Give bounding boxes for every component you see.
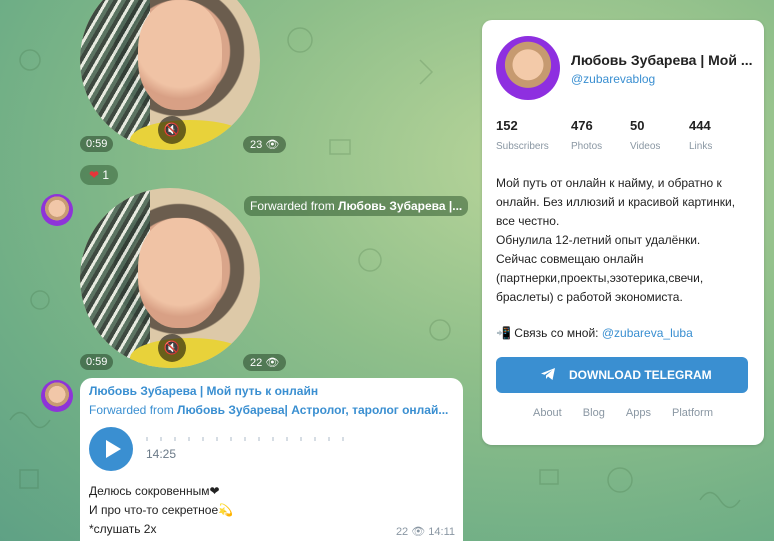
contact-line: 📲 Связь со мной: @zubareva_luba xyxy=(496,326,693,340)
footer-links: About Blog Apps Platform xyxy=(482,407,764,419)
stat-links[interactable]: 444 Links xyxy=(689,118,712,152)
audio-message: Любовь Зубарева | Мой путь к онлайн Forw… xyxy=(80,378,463,541)
reaction-count: 1 xyxy=(102,168,110,182)
contact-link[interactable]: @zubareva_luba xyxy=(602,326,693,340)
avatar[interactable] xyxy=(41,194,73,226)
forwarded-from[interactable]: Forwarded from Любовь Зубарева| Астролог… xyxy=(89,403,448,417)
video-frame xyxy=(130,338,250,368)
mute-icon[interactable]: 🔇 xyxy=(158,116,186,144)
forwarded-prefix: Forwarded from xyxy=(250,199,339,213)
heart-icon: ❤ xyxy=(89,168,100,182)
audio-waveform[interactable] xyxy=(146,437,356,441)
stat-label: Links xyxy=(689,141,713,152)
stat-value: 476 xyxy=(571,118,593,133)
message-line: *слушать 2х xyxy=(89,522,157,536)
stat-value: 50 xyxy=(630,118,645,133)
contact-label: 📲 Связь со мной: xyxy=(496,326,602,340)
eye-icon: 👁 xyxy=(265,357,280,369)
message-author[interactable]: Любовь Зубарева | Мой путь к онлайн xyxy=(89,384,318,398)
forwarded-from-tag[interactable]: Forwarded from Любовь Зубарева |... xyxy=(244,196,469,216)
views-count: 23 xyxy=(250,139,263,151)
message-time: 14:11 xyxy=(428,526,455,538)
message-line: Делюсь сокровенным❤ xyxy=(89,484,220,498)
forwarded-name: Любовь Зубарева |... xyxy=(338,199,463,213)
message-line: И про что-то секретное💫 xyxy=(89,503,234,517)
stat-value: 444 xyxy=(689,118,711,133)
channel-description: Мой путь от онлайн к найму, и обратно к … xyxy=(496,176,736,304)
eye-icon: 👁 xyxy=(265,139,280,151)
stat-value: 152 xyxy=(496,118,518,133)
video-duration: 0:59 xyxy=(80,136,114,152)
audio-duration: 14:25 xyxy=(146,447,177,461)
video-duration: 0:59 xyxy=(80,354,114,370)
telegram-icon xyxy=(541,368,555,380)
forwarded-prefix: Forwarded from xyxy=(89,403,178,417)
mute-icon[interactable]: 🔇 xyxy=(158,334,186,362)
channel-handle[interactable]: @zubarevablog xyxy=(571,72,655,86)
eye-icon: 👁 xyxy=(411,526,429,538)
video-frame xyxy=(138,218,222,328)
message-meta: 22 👁 14:11 xyxy=(396,525,455,538)
forwarded-name: Любовь Зубарева| Астролог, таролог онлай… xyxy=(177,403,449,417)
channel-avatar[interactable] xyxy=(496,36,560,100)
video-frame xyxy=(130,120,250,150)
stat-label: Subscribers xyxy=(496,141,549,152)
footer-link-about[interactable]: About xyxy=(533,407,562,419)
stat-videos[interactable]: 50 Videos xyxy=(630,118,660,152)
channel-info-card: Любовь Зубарева | Мой ... @zubarevablog … xyxy=(482,20,764,445)
stat-photos[interactable]: 476 Photos xyxy=(571,118,602,152)
video-views: 23 👁 xyxy=(243,136,287,153)
play-button[interactable] xyxy=(89,427,133,471)
footer-link-platform[interactable]: Platform xyxy=(672,407,713,419)
stat-label: Videos xyxy=(630,141,661,152)
message-text: Делюсь сокровенным❤ И про что-то секретн… xyxy=(89,482,233,539)
download-telegram-button[interactable]: DOWNLOAD TELEGRAM xyxy=(496,357,748,393)
video-views: 22 👁 xyxy=(243,354,287,371)
avatar[interactable] xyxy=(41,380,73,412)
reaction-heart[interactable]: ❤ 1 xyxy=(80,165,119,185)
channel-name: Любовь Зубарева | Мой ... xyxy=(571,52,753,68)
views-count: 22 xyxy=(395,526,409,538)
views-count: 22 xyxy=(250,357,263,369)
stat-label: Photos xyxy=(571,141,603,152)
stat-subscribers: 152 Subscribers xyxy=(496,118,549,152)
footer-link-blog[interactable]: Blog xyxy=(583,407,605,419)
video-frame xyxy=(138,0,222,110)
download-label: DOWNLOAD TELEGRAM xyxy=(569,368,712,382)
footer-link-apps[interactable]: Apps xyxy=(626,407,651,419)
